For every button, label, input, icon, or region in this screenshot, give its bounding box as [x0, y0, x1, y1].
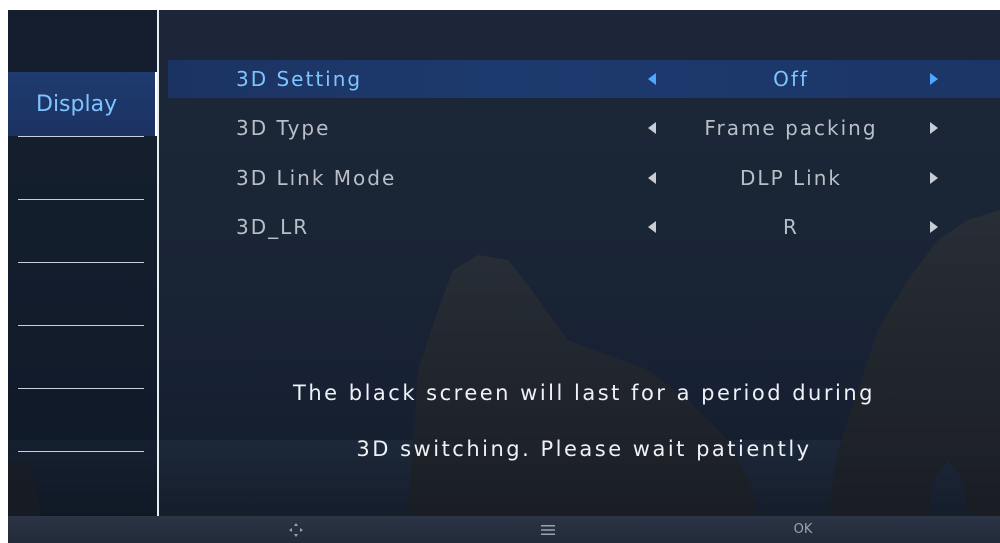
notice-line: 3D switching. Please wait patiently	[356, 437, 812, 461]
menu-row-3d-setting[interactable]: 3D Setting Off	[168, 60, 1000, 98]
menu-row-label: 3D_LR	[236, 215, 310, 239]
menu-row-label: 3D Link Mode	[236, 166, 397, 190]
sidebar-divider-line	[18, 199, 144, 200]
sidebar-divider-line	[18, 451, 144, 452]
arrow-right-icon[interactable]	[930, 221, 938, 233]
menu-row-value: Frame packing	[704, 116, 878, 140]
sidebar-divider-line	[18, 325, 144, 326]
notice-message: The black screen will last for a period …	[168, 365, 1000, 477]
menu-row-3d-link-mode[interactable]: 3D Link Mode DLP Link	[168, 159, 1000, 197]
notice-line: The black screen will last for a period …	[293, 381, 875, 405]
sidebar-item-display[interactable]: Display	[8, 72, 159, 136]
arrow-right-icon[interactable]	[930, 172, 938, 184]
arrow-left-icon[interactable]	[648, 221, 656, 233]
menu-icon	[538, 516, 558, 543]
menu-row-value: Off	[773, 67, 809, 91]
projector-osd-screen: Display 3D Setting Off 3D Type Frame pac…	[8, 10, 1000, 543]
dpad-icon	[286, 516, 306, 543]
arrow-right-icon[interactable]	[930, 73, 938, 85]
bottom-hint-bar: OK	[8, 516, 1000, 543]
sidebar: Display	[8, 10, 159, 516]
menu-row-3d-type[interactable]: 3D Type Frame packing	[168, 109, 1000, 147]
sidebar-divider-line	[18, 136, 144, 137]
menu-row-label: 3D Type	[236, 116, 331, 140]
sidebar-divider-line	[18, 262, 144, 263]
sidebar-item-label: Display	[36, 91, 118, 117]
arrow-right-icon[interactable]	[930, 122, 938, 134]
arrow-left-icon[interactable]	[648, 122, 656, 134]
sidebar-divider-line	[18, 388, 144, 389]
arrow-left-icon[interactable]	[648, 172, 656, 184]
menu-row-value: R	[783, 215, 799, 239]
menu-row-label: 3D Setting	[236, 67, 363, 91]
ok-hint: OK	[793, 522, 813, 537]
menu-row-value: DLP Link	[740, 166, 842, 190]
menu-row-3d-lr[interactable]: 3D_LR R	[168, 208, 1000, 246]
arrow-left-icon[interactable]	[648, 73, 656, 85]
sidebar-border	[157, 10, 159, 516]
